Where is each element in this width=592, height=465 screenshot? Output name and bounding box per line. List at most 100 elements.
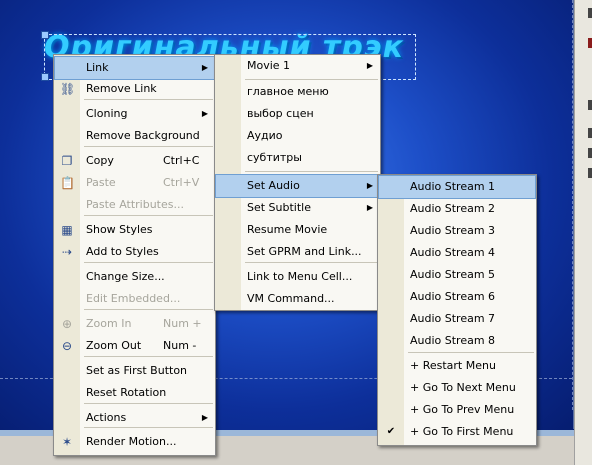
menu-separator bbox=[84, 215, 213, 216]
menu-separator bbox=[408, 352, 534, 353]
menu-separator bbox=[84, 356, 213, 357]
menu-separator bbox=[84, 403, 213, 404]
menu-item-label: главное меню bbox=[247, 85, 329, 98]
link-menu-item-выбор-сцен[interactable]: выбор сцен bbox=[216, 103, 379, 125]
audio-menu-item-go-to-first-menu[interactable]: + Go To First Menu ✔ bbox=[379, 421, 535, 443]
audio-menu-item-audio-stream-5[interactable]: Audio Stream 5 bbox=[379, 264, 535, 286]
menu-item-label: Zoom In bbox=[86, 317, 132, 330]
menu-item-shortcut: Ctrl+V bbox=[163, 176, 200, 189]
unlink-icon: ⛓ bbox=[60, 82, 76, 96]
menu-item-label: Set as First Button bbox=[86, 364, 188, 377]
menu-item-label: Set Subtitle bbox=[247, 201, 312, 214]
menu-item-label: Remove Background bbox=[86, 129, 200, 142]
menu-item-label: Audio Stream 1 bbox=[410, 180, 496, 193]
menu-item-label: Set Audio bbox=[247, 179, 300, 192]
menu-item-label: Paste bbox=[86, 176, 116, 189]
menu-item-label: Audio Stream 4 bbox=[410, 246, 496, 259]
menu-item-label: Show Styles bbox=[86, 223, 153, 236]
menu-item-label: Audio Stream 3 bbox=[410, 224, 496, 237]
menu-item-label: Audio Stream 7 bbox=[410, 312, 496, 325]
menu-item-add-to-styles[interactable]: Add to Styles ⇢ bbox=[55, 241, 214, 263]
add-styles-icon: ⇢ bbox=[61, 245, 73, 259]
menu-item-shortcut: Ctrl+C bbox=[163, 154, 200, 167]
menu-separator bbox=[84, 262, 213, 263]
link-menu-item-set-gprm-and-link[interactable]: Set GPRM and Link... bbox=[216, 241, 379, 263]
menu-item-label: Cloning bbox=[86, 107, 128, 120]
link-menu-item-аудио[interactable]: Аудио bbox=[216, 125, 379, 147]
panel-marker bbox=[588, 100, 592, 110]
zoom-in-icon: ⊕ bbox=[61, 317, 73, 331]
audio-menu-item-audio-stream-6[interactable]: Audio Stream 6 bbox=[379, 286, 535, 308]
menu-item-label: Edit Embedded... bbox=[86, 292, 181, 305]
right-panel[interactable] bbox=[574, 0, 592, 465]
checkmark-icon: ✔ bbox=[386, 426, 396, 437]
menu-item-copy[interactable]: Copy ❐ Ctrl+C bbox=[55, 150, 214, 172]
resize-handle[interactable] bbox=[41, 73, 49, 81]
panel-marker bbox=[588, 148, 592, 158]
menu-item-label: Resume Movie bbox=[247, 223, 328, 236]
menu-item-label: Actions bbox=[86, 411, 127, 424]
menu-separator bbox=[245, 171, 378, 172]
link-menu-item-resume-movie[interactable]: Resume Movie bbox=[216, 219, 379, 241]
menu-item-label: Reset Rotation bbox=[86, 386, 167, 399]
submenu-arrow-icon: ▶ bbox=[201, 63, 208, 72]
audio-menu-item-go-to-next-menu[interactable]: + Go To Next Menu bbox=[379, 377, 535, 399]
menu-item-zoom-out[interactable]: Zoom Out ⊖ Num - bbox=[55, 335, 214, 357]
menu-item-label: Render Motion... bbox=[86, 435, 177, 448]
link-menu-item-link-to-menu-cell[interactable]: Link to Menu Cell... bbox=[216, 266, 379, 288]
menu-item-change-size[interactable]: Change Size... bbox=[55, 266, 214, 288]
menu-item-actions[interactable]: Actions ▶ bbox=[55, 407, 214, 429]
menu-item-show-styles[interactable]: Show Styles ▦ bbox=[55, 219, 214, 241]
menu-separator bbox=[245, 79, 378, 80]
resize-handle[interactable] bbox=[41, 31, 49, 39]
menu-item-shortcut: Num - bbox=[163, 339, 197, 352]
menu-item-label: Movie 1 bbox=[247, 59, 291, 72]
audio-menu-item-audio-stream-4[interactable]: Audio Stream 4 bbox=[379, 242, 535, 264]
menu-item-label: Paste Attributes... bbox=[86, 198, 184, 211]
menu-item-remove-link[interactable]: Remove Link ⛓ bbox=[55, 78, 214, 100]
link-menu-item-movie-1[interactable]: Movie 1 ▶ bbox=[216, 55, 379, 77]
context-menu: Link ▶ Remove Link ⛓ Cloning ▶ Remove Backgrou… bbox=[53, 54, 216, 456]
menu-item-render-motion[interactable]: Render Motion... ✶ bbox=[55, 431, 214, 453]
menu-item-reset-rotation[interactable]: Reset Rotation bbox=[55, 382, 214, 404]
audio-menu-item-audio-stream-7[interactable]: Audio Stream 7 bbox=[379, 308, 535, 330]
safe-area-guide-vertical bbox=[572, 0, 573, 410]
menu-item-label: Audio Stream 2 bbox=[410, 202, 496, 215]
menu-item-label: Link bbox=[86, 61, 109, 74]
menu-item-label: выбор сцен bbox=[247, 107, 314, 120]
panel-marker bbox=[588, 168, 592, 178]
render-motion-icon: ✶ bbox=[61, 435, 73, 449]
menu-item-label: VM Command... bbox=[247, 292, 335, 305]
menu-item-link[interactable]: Link ▶ bbox=[54, 56, 215, 80]
menu-item-label: + Go To First Menu bbox=[410, 425, 514, 438]
menu-item-label: Set GPRM and Link... bbox=[247, 245, 362, 258]
menu-item-label: Remove Link bbox=[86, 82, 157, 95]
menu-item-shortcut: Num + bbox=[163, 317, 202, 330]
submenu-arrow-icon: ▶ bbox=[201, 109, 208, 118]
link-menu-item-главное-меню[interactable]: главное меню bbox=[216, 81, 379, 103]
menu-item-label: субтитры bbox=[247, 151, 302, 164]
menu-item-paste-attributes: Paste Attributes... bbox=[55, 194, 214, 216]
copy-icon: ❐ bbox=[61, 154, 73, 168]
menu-item-label: Copy bbox=[86, 154, 114, 167]
menu-item-edit-embedded: Edit Embedded... bbox=[55, 288, 214, 310]
link-menu-item-set-audio[interactable]: Set Audio ▶ bbox=[215, 174, 380, 198]
audio-menu-item-audio-stream-8[interactable]: Audio Stream 8 bbox=[379, 330, 535, 352]
menu-item-cloning[interactable]: Cloning ▶ bbox=[55, 103, 214, 125]
audio-menu-item-audio-stream-1[interactable]: Audio Stream 1 bbox=[378, 175, 536, 199]
submenu-arrow-icon: ▶ bbox=[366, 203, 373, 212]
menu-separator bbox=[245, 262, 378, 263]
menu-separator bbox=[84, 309, 213, 310]
audio-menu-item-go-to-prev-menu[interactable]: + Go To Prev Menu bbox=[379, 399, 535, 421]
panel-marker bbox=[588, 8, 592, 18]
link-menu-item-субтитры[interactable]: субтитры bbox=[216, 147, 379, 169]
audio-menu-item-restart-menu[interactable]: + Restart Menu bbox=[379, 355, 535, 377]
audio-menu-item-audio-stream-3[interactable]: Audio Stream 3 bbox=[379, 220, 535, 242]
link-menu-item-set-subtitle[interactable]: Set Subtitle ▶ bbox=[216, 197, 379, 219]
menu-item-remove-background[interactable]: Remove Background bbox=[55, 125, 214, 147]
menu-item-set-as-first-button[interactable]: Set as First Button bbox=[55, 360, 214, 382]
link-menu-item-vm-command[interactable]: VM Command... bbox=[216, 288, 379, 310]
menu-item-label: Add to Styles bbox=[86, 245, 159, 258]
menu-item-label: Audio Stream 6 bbox=[410, 290, 496, 303]
audio-menu-item-audio-stream-2[interactable]: Audio Stream 2 bbox=[379, 198, 535, 220]
